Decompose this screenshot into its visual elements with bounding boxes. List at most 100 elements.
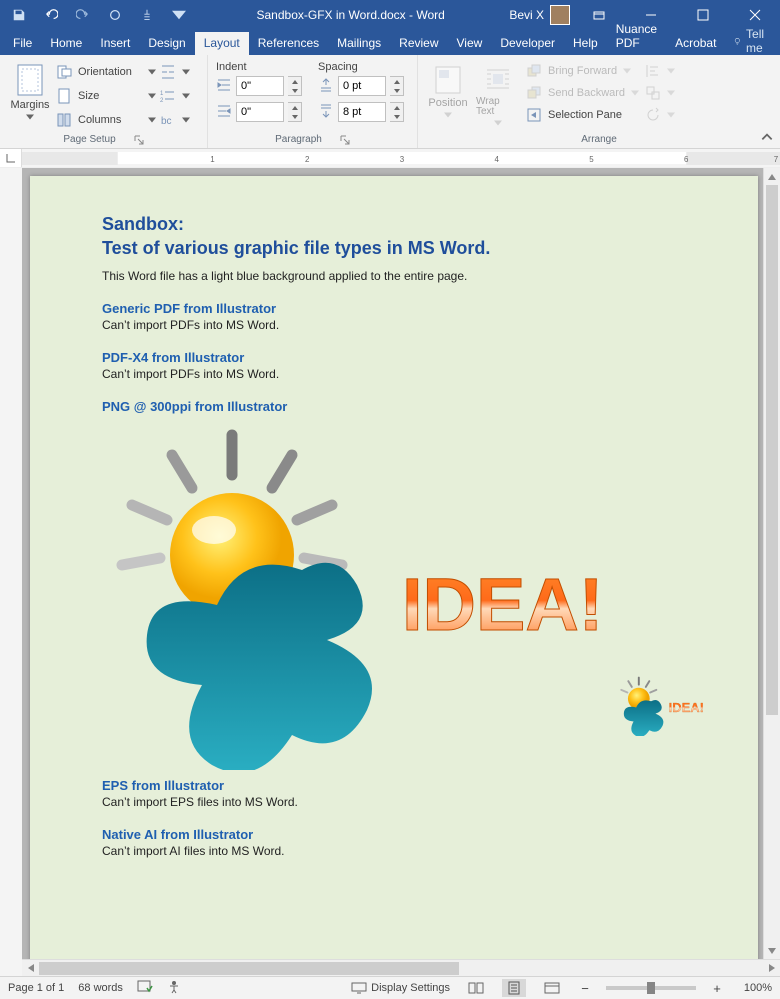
send-backward-label: Send Backward bbox=[548, 87, 625, 99]
position-icon bbox=[434, 65, 462, 95]
indent-left-input[interactable] bbox=[236, 76, 284, 96]
web-layout-button[interactable] bbox=[540, 979, 564, 997]
selection-pane-button[interactable]: Selection Pane bbox=[526, 105, 639, 125]
document-area: Sandbox: Test of various graphic file ty… bbox=[0, 168, 780, 976]
zoom-in-button[interactable]: + bbox=[710, 981, 724, 996]
scroll-thumb[interactable] bbox=[39, 962, 459, 975]
orientation-icon bbox=[56, 64, 72, 80]
spin-arrows[interactable] bbox=[390, 76, 404, 96]
doc-intro: This Word file has a light blue backgrou… bbox=[102, 269, 686, 283]
undo-icon[interactable] bbox=[38, 3, 64, 27]
horizontal-scrollbar[interactable] bbox=[22, 959, 780, 976]
space-before-input[interactable] bbox=[338, 76, 386, 96]
scroll-up-icon[interactable] bbox=[764, 168, 780, 185]
close-button[interactable] bbox=[732, 0, 778, 30]
paragraph-group-label: Paragraph bbox=[275, 134, 322, 145]
circle-icon[interactable] bbox=[102, 3, 128, 27]
align-button bbox=[645, 61, 675, 81]
arrange-group-label: Arrange bbox=[581, 134, 617, 145]
svg-text:6: 6 bbox=[684, 155, 689, 164]
accessibility-icon[interactable] bbox=[167, 980, 181, 997]
chevron-down-icon bbox=[148, 116, 156, 124]
space-after-field[interactable] bbox=[318, 101, 404, 123]
scroll-down-icon[interactable] bbox=[764, 942, 780, 959]
tab-mailings[interactable]: Mailings bbox=[328, 32, 390, 55]
ruler-ticks: 123 4567 bbox=[22, 152, 780, 165]
dialog-launcher-icon[interactable] bbox=[340, 135, 350, 145]
tab-review[interactable]: Review bbox=[390, 32, 447, 55]
tab-nuance[interactable]: Nuance PDF bbox=[607, 18, 666, 55]
size-button[interactable]: Size bbox=[56, 85, 156, 107]
bring-forward-button: Bring Forward bbox=[526, 61, 639, 81]
indent-right-input[interactable] bbox=[236, 102, 284, 122]
tab-selector[interactable] bbox=[0, 149, 22, 167]
rotate-icon bbox=[645, 107, 661, 123]
tab-home[interactable]: Home bbox=[41, 32, 91, 55]
collapse-ribbon-icon[interactable] bbox=[760, 130, 774, 144]
margins-button[interactable]: Margins bbox=[8, 59, 52, 131]
page[interactable]: Sandbox: Test of various graphic file ty… bbox=[30, 176, 758, 976]
scroll-left-icon[interactable] bbox=[22, 960, 39, 977]
status-words[interactable]: 68 words bbox=[78, 982, 123, 994]
scroll-right-icon[interactable] bbox=[763, 960, 780, 977]
space-before-icon bbox=[318, 77, 334, 96]
png-illustration[interactable]: IDEA! IDEA! bbox=[102, 420, 686, 760]
maximize-button[interactable] bbox=[680, 0, 726, 30]
tab-view[interactable]: View bbox=[448, 32, 492, 55]
zoom-knob[interactable] bbox=[647, 982, 655, 994]
user-name[interactable]: Bevi X bbox=[509, 8, 544, 22]
qat-customize-icon[interactable] bbox=[166, 3, 192, 27]
horizontal-ruler[interactable]: 123 4567 bbox=[0, 149, 780, 168]
wrap-text-icon bbox=[484, 65, 512, 95]
sec1-body: Can’t import PDFs into MS Word. bbox=[102, 318, 686, 332]
space-before-field[interactable] bbox=[318, 75, 404, 97]
touch-mode-icon[interactable] bbox=[134, 3, 160, 27]
idea-graphic-small: IDEA! bbox=[616, 675, 716, 736]
read-mode-button[interactable] bbox=[464, 979, 488, 997]
columns-label: Columns bbox=[78, 114, 142, 126]
redo-icon[interactable] bbox=[70, 3, 96, 27]
zoom-slider[interactable] bbox=[606, 986, 696, 990]
dialog-launcher-icon[interactable] bbox=[134, 135, 144, 145]
orientation-button[interactable]: Orientation bbox=[56, 61, 156, 83]
zoom-level[interactable]: 100% bbox=[738, 982, 772, 994]
indent-right-field[interactable] bbox=[216, 101, 302, 123]
spellcheck-icon[interactable] bbox=[137, 980, 153, 997]
columns-button[interactable]: Columns bbox=[56, 109, 156, 131]
hyphenation-button[interactable]: bc bbox=[160, 109, 190, 131]
wrap-label: Wrap Text bbox=[476, 97, 520, 117]
save-icon[interactable] bbox=[6, 3, 32, 27]
hyphenation-icon: bc bbox=[160, 112, 176, 128]
status-page[interactable]: Page 1 of 1 bbox=[8, 982, 64, 994]
tab-acrobat[interactable]: Acrobat bbox=[666, 32, 725, 55]
document-viewport[interactable]: Sandbox: Test of various graphic file ty… bbox=[22, 168, 780, 976]
print-layout-button[interactable] bbox=[502, 979, 526, 997]
indent-left-field[interactable] bbox=[216, 75, 302, 97]
spin-arrows[interactable] bbox=[288, 102, 302, 122]
spin-arrows[interactable] bbox=[288, 76, 302, 96]
tell-me-search[interactable]: Tell me bbox=[725, 27, 777, 55]
align-icon bbox=[645, 63, 661, 79]
space-after-input[interactable] bbox=[338, 102, 386, 122]
tab-design[interactable]: Design bbox=[139, 32, 194, 55]
tab-help[interactable]: Help bbox=[564, 32, 607, 55]
display-settings-button[interactable]: Display Settings bbox=[351, 982, 450, 994]
tab-insert[interactable]: Insert bbox=[91, 32, 139, 55]
vertical-scrollbar[interactable] bbox=[763, 168, 780, 959]
zoom-out-button[interactable]: − bbox=[578, 981, 592, 996]
chevron-down-icon bbox=[182, 68, 190, 76]
scroll-thumb[interactable] bbox=[766, 185, 778, 715]
tab-layout[interactable]: Layout bbox=[195, 32, 249, 55]
tab-file[interactable]: File bbox=[4, 32, 41, 55]
spin-arrows[interactable] bbox=[390, 102, 404, 122]
sec4-body: Can’t import EPS files into MS Word. bbox=[102, 795, 686, 809]
line-numbers-button[interactable]: 12 bbox=[160, 85, 190, 107]
breaks-button[interactable] bbox=[160, 61, 190, 83]
tab-references[interactable]: References bbox=[249, 32, 328, 55]
vertical-ruler[interactable] bbox=[0, 168, 22, 976]
spacing-heading: Spacing bbox=[318, 61, 404, 73]
chevron-down-icon bbox=[444, 111, 452, 119]
user-avatar[interactable] bbox=[550, 5, 570, 25]
tab-developer[interactable]: Developer bbox=[491, 32, 564, 55]
indent-heading: Indent bbox=[216, 61, 302, 73]
